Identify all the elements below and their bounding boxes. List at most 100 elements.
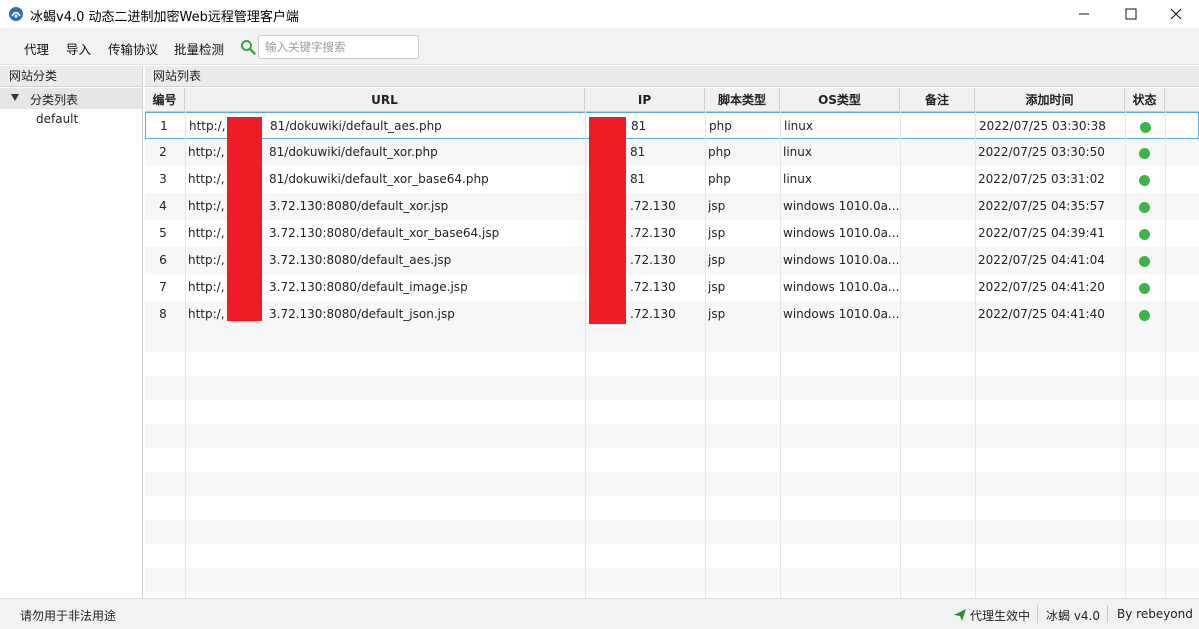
status-divider xyxy=(1037,605,1038,623)
table-row[interactable]: 5 http:/, 3.72.130:8080/default_xor_base64… xyxy=(145,220,1199,247)
cell-script-type: jsp xyxy=(708,307,726,321)
cell-os-type: windows 1010.0a... xyxy=(783,280,899,294)
tree-root-category-list[interactable]: 分类列表 xyxy=(0,88,142,109)
cell-add-time: 2022/07/25 04:41:20 xyxy=(978,280,1105,294)
cell-add-time: 2022/07/25 04:41:40 xyxy=(978,307,1105,321)
scorpion-logo-icon xyxy=(9,7,23,21)
window-title: 冰蝎v4.0 动态二进制加密Web远程管理客户端 xyxy=(30,10,299,25)
column-header-ip[interactable]: IP xyxy=(585,88,705,112)
table-row[interactable]: 7 http:/, 3.72.130:8080/default_image.jsp.… xyxy=(145,274,1199,301)
ip-value: .72.130 xyxy=(630,199,676,213)
status-online-icon xyxy=(1139,202,1150,213)
menu-proxy[interactable]: 代理 xyxy=(24,39,49,58)
menu-bar: 代理 导入 传输协议 批量检测 xyxy=(0,28,1199,65)
column-header-script-type[interactable]: 脚本类型 xyxy=(705,88,780,112)
maximize-button[interactable] xyxy=(1108,0,1154,28)
site-list-header: 网站列表 xyxy=(145,66,1199,87)
minimize-button[interactable] xyxy=(1061,0,1107,28)
cell-os-type: windows 1010.0a... xyxy=(783,226,899,240)
site-table: 编号 URL IP 脚本类型 OS类型 备注 添加时间 状态 1 http:/, 8… xyxy=(145,88,1199,598)
cell-os-type: linux xyxy=(783,172,812,186)
status-online-icon xyxy=(1139,310,1150,321)
redaction-block xyxy=(227,117,262,321)
title-bar: 冰蝎v4.0 动态二进制加密Web远程管理客户端 xyxy=(0,0,1199,28)
menu-transport-protocol[interactable]: 传输协议 xyxy=(108,39,158,58)
site-list-panel: 网站列表 编号 URL IP 脚本类型 OS类型 备注 添加时间 状态 1 htt… xyxy=(145,66,1199,598)
close-icon xyxy=(1170,8,1182,20)
url-suffix: 81/dokuwiki/default_xor_base64.php xyxy=(269,172,489,186)
menu-batch-check[interactable]: 批量检测 xyxy=(174,39,224,58)
column-header-add-time[interactable]: 添加时间 xyxy=(975,88,1125,112)
column-divider xyxy=(1125,112,1126,598)
url-prefix: http:/, xyxy=(188,226,225,240)
table-row[interactable]: 4 http:/, 3.72.130:8080/default_xor.jsp .72… xyxy=(145,193,1199,220)
table-row[interactable]: 8 http:/, 3.72.130:8080/default_json.jsp .7… xyxy=(145,301,1199,328)
cell-id: 4 xyxy=(159,199,167,213)
table-row[interactable]: 1 http:/, 81/dokuwiki/default_aes.php 81 php… xyxy=(145,112,1199,139)
table-row[interactable]: 6 http:/, 3.72.130:8080/default_aes.jsp .72… xyxy=(145,247,1199,274)
url-prefix: http:/, xyxy=(188,307,225,321)
ip-value: .72.130 xyxy=(630,253,676,267)
cell-script-type: php xyxy=(708,145,731,159)
paper-plane-icon xyxy=(954,609,966,621)
empty-row xyxy=(145,568,1199,592)
status-online-icon xyxy=(1139,175,1150,186)
column-divider xyxy=(705,112,706,598)
cell-os-type: windows 1010.0a... xyxy=(783,199,899,213)
url-suffix: 3.72.130:8080/default_json.jsp xyxy=(269,307,455,321)
legal-warning-text: 请勿用于非法用途 xyxy=(20,609,117,623)
url-prefix: http:/, xyxy=(188,280,225,294)
column-header-note[interactable]: 备注 xyxy=(900,88,975,112)
cell-script-type: php xyxy=(709,119,732,133)
ip-value: .72.130 xyxy=(630,307,676,321)
url-suffix: 3.72.130:8080/default_xor_base64.jsp xyxy=(269,226,500,240)
cell-note xyxy=(903,193,974,220)
cell-add-time: 2022/07/25 03:31:02 xyxy=(978,172,1105,186)
minimize-icon xyxy=(1079,13,1089,15)
status-divider xyxy=(1107,605,1108,623)
search-icon[interactable] xyxy=(240,39,256,55)
cell-id: 5 xyxy=(159,226,167,240)
tree-item-default[interactable]: default xyxy=(36,112,78,126)
url-prefix: http:/, xyxy=(188,253,225,267)
table-row[interactable]: 2 http:/, 81/dokuwiki/default_xor.php 81 php… xyxy=(145,139,1199,166)
expand-arrow-icon[interactable] xyxy=(11,94,19,101)
empty-row xyxy=(145,376,1199,400)
url-prefix: http:/, xyxy=(189,119,226,133)
table-row[interactable]: 3 http:/, 81/dokuwiki/default_xor_base64.p… xyxy=(145,166,1199,193)
status-online-icon xyxy=(1139,148,1150,159)
cell-id: 7 xyxy=(159,280,167,294)
ip-value: 81 xyxy=(631,119,647,133)
column-header-status[interactable]: 状态 xyxy=(1125,88,1165,112)
column-header-url[interactable]: URL xyxy=(185,88,585,112)
author-text: By rebeyond xyxy=(1117,607,1193,621)
column-divider xyxy=(780,112,781,598)
menu-import[interactable]: 导入 xyxy=(66,39,91,58)
column-divider xyxy=(975,112,976,598)
cell-id: 6 xyxy=(159,253,167,267)
cell-script-type: jsp xyxy=(708,253,726,267)
empty-row xyxy=(145,544,1199,568)
cell-id: 1 xyxy=(160,119,168,133)
cell-add-time: 2022/07/25 03:30:38 xyxy=(979,119,1106,133)
empty-row xyxy=(145,472,1199,496)
cell-add-time: 2022/07/25 04:35:57 xyxy=(978,199,1105,213)
url-suffix: 3.72.130:8080/default_image.jsp xyxy=(269,280,468,294)
close-button[interactable] xyxy=(1153,0,1199,28)
cell-note xyxy=(903,301,974,328)
url-prefix: http:/, xyxy=(188,172,225,186)
cell-os-type: windows 1010.0a... xyxy=(783,253,899,267)
tree-root-label: 分类列表 xyxy=(30,93,79,107)
category-panel: 网站分类 分类列表 default xyxy=(0,66,143,598)
status-online-icon xyxy=(1139,229,1150,240)
column-header-os-type[interactable]: OS类型 xyxy=(780,88,900,112)
search-input[interactable] xyxy=(258,35,419,59)
cell-os-type: linux xyxy=(783,145,812,159)
ip-value: 81 xyxy=(630,172,646,186)
status-online-icon xyxy=(1140,122,1151,133)
cell-script-type: jsp xyxy=(708,280,726,294)
url-prefix: http:/, xyxy=(188,199,225,213)
table-header: 编号 URL IP 脚本类型 OS类型 备注 添加时间 状态 xyxy=(145,88,1199,112)
column-header-id[interactable]: 编号 xyxy=(145,88,185,112)
empty-row xyxy=(145,352,1199,376)
